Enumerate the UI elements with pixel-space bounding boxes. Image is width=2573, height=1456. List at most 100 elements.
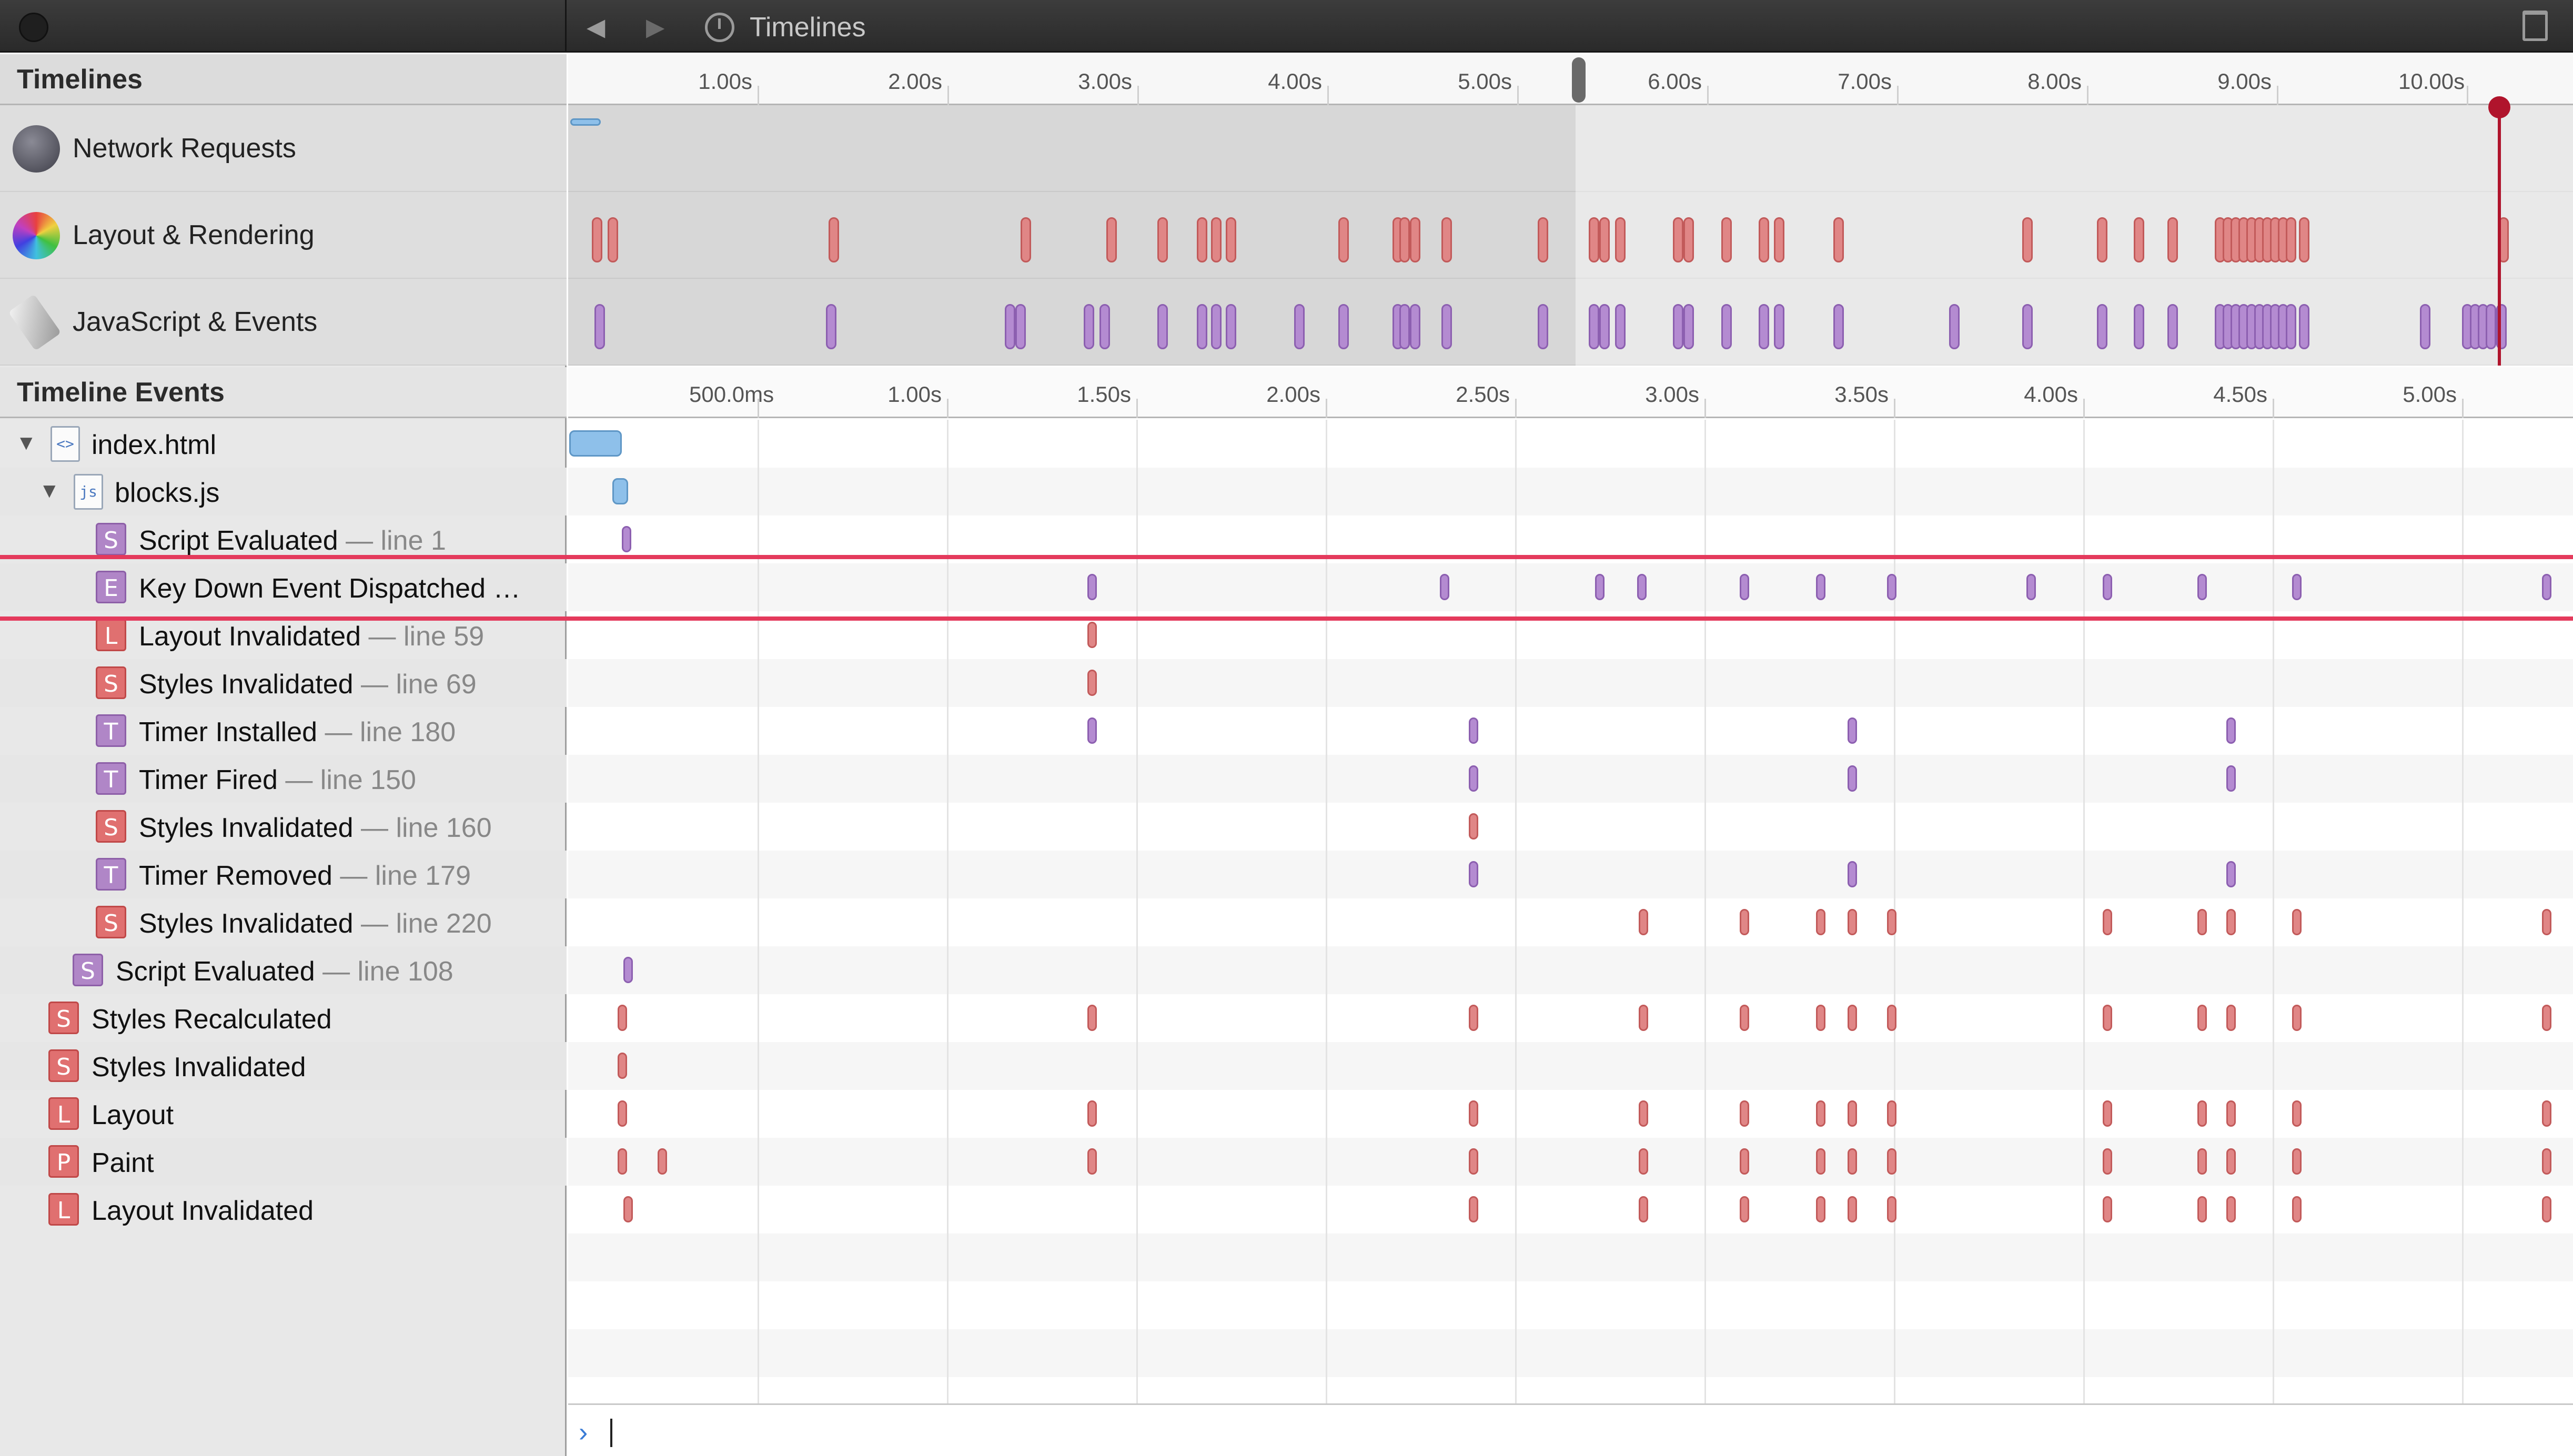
javascript-event-mark[interactable] — [1833, 304, 1844, 349]
event-mark[interactable] — [1887, 909, 1896, 935]
event-mark[interactable] — [2103, 1148, 2112, 1175]
layout-rendering-mark[interactable] — [1673, 217, 1683, 262]
event-mark[interactable] — [1087, 574, 1097, 600]
event-mark[interactable] — [2226, 909, 2236, 935]
event-mark[interactable] — [1469, 813, 1478, 840]
javascript-event-mark[interactable] — [1615, 304, 1626, 349]
event-mark[interactable] — [2292, 909, 2302, 935]
event-mark[interactable] — [2542, 1196, 2551, 1222]
javascript-event-mark[interactable] — [1211, 304, 1222, 349]
trash-icon[interactable] — [2522, 11, 2548, 41]
event-row[interactable]: S Script Evaluated — line 1 — [0, 515, 567, 563]
event-mark[interactable] — [1469, 1100, 1478, 1127]
event-mark[interactable] — [2026, 574, 2036, 600]
event-mark[interactable] — [623, 1196, 633, 1222]
event-mark[interactable] — [1848, 765, 1857, 792]
javascript-event-mark[interactable] — [1294, 304, 1305, 349]
javascript-event-mark[interactable] — [1673, 304, 1683, 349]
selection-handle[interactable] — [1572, 57, 1586, 103]
timeline-javascript-events[interactable]: JavaScript & Events — [0, 279, 567, 366]
javascript-event-mark[interactable] — [1538, 304, 1548, 349]
event-mark[interactable] — [2542, 1100, 2551, 1127]
event-mark[interactable] — [1469, 765, 1478, 792]
event-mark[interactable] — [1440, 574, 1449, 600]
event-mark[interactable] — [2197, 1005, 2207, 1031]
event-mark[interactable] — [1639, 909, 1648, 935]
javascript-event-mark[interactable] — [1005, 304, 1015, 349]
event-mark[interactable] — [2292, 1148, 2302, 1175]
event-row[interactable]: ▼ js blocks.js — [0, 468, 567, 515]
layout-rendering-mark[interactable] — [1197, 217, 1207, 262]
layout-rendering-mark[interactable] — [2299, 217, 2309, 262]
event-mark[interactable] — [622, 526, 631, 552]
disclosure-triangle-icon[interactable]: ▼ — [16, 431, 37, 455]
event-mark[interactable] — [1469, 1196, 1478, 1222]
event-row[interactable]: S Styles Invalidated — [0, 1042, 567, 1090]
event-mark[interactable] — [2103, 574, 2112, 600]
layout-rendering-mark[interactable] — [1833, 217, 1844, 262]
event-row[interactable]: T Timer Fired — line 150 — [0, 755, 567, 803]
event-row[interactable]: E Key Down Event Dispatched … — [0, 563, 567, 611]
javascript-event-mark[interactable] — [1410, 304, 1420, 349]
layout-rendering-mark[interactable] — [1599, 217, 1610, 262]
event-row[interactable]: S Styles Invalidated — line 220 — [0, 898, 567, 946]
javascript-event-mark[interactable] — [1226, 304, 1236, 349]
event-mark[interactable] — [2292, 1100, 2302, 1127]
event-mark[interactable] — [1469, 717, 1478, 744]
javascript-event-mark[interactable] — [1441, 304, 1452, 349]
console-bar[interactable]: › — [568, 1403, 2573, 1456]
event-mark[interactable] — [1087, 622, 1097, 648]
event-mark[interactable] — [623, 957, 633, 983]
layout-rendering-mark[interactable] — [1721, 217, 1732, 262]
event-mark[interactable] — [1887, 1148, 1896, 1175]
layout-rendering-mark[interactable] — [1106, 217, 1117, 262]
event-mark[interactable] — [2542, 1148, 2551, 1175]
event-row[interactable]: ▼ <> index.html — [0, 420, 567, 468]
javascript-event-mark[interactable] — [1399, 304, 1410, 349]
event-row[interactable]: S Styles Recalculated — [0, 994, 567, 1042]
javascript-event-mark[interactable] — [1015, 304, 1026, 349]
javascript-event-mark[interactable] — [2286, 304, 2296, 349]
layout-rendering-mark[interactable] — [1589, 217, 1599, 262]
event-mark[interactable] — [1887, 1100, 1896, 1127]
layout-rendering-mark[interactable] — [1410, 217, 1420, 262]
event-row[interactable]: S Styles Invalidated — line 160 — [0, 803, 567, 851]
event-mark[interactable] — [1639, 1148, 1648, 1175]
timeline-layout-rendering[interactable]: Layout & Rendering — [0, 192, 567, 279]
event-mark[interactable] — [2103, 1196, 2112, 1222]
event-mark[interactable] — [1469, 861, 1478, 887]
event-mark[interactable] — [2226, 1100, 2236, 1127]
event-mark[interactable] — [1848, 909, 1857, 935]
event-mark[interactable] — [1469, 1148, 1478, 1175]
event-mark[interactable] — [1848, 1148, 1857, 1175]
layout-rendering-mark[interactable] — [829, 217, 839, 262]
javascript-event-mark[interactable] — [1774, 304, 1784, 349]
event-mark[interactable] — [618, 1148, 627, 1175]
event-mark[interactable] — [1816, 909, 1825, 935]
javascript-event-mark[interactable] — [1759, 304, 1769, 349]
event-mark[interactable] — [2542, 574, 2551, 600]
forward-arrow-icon[interactable]: ▶ — [646, 13, 664, 41]
event-mark[interactable] — [1469, 1005, 1478, 1031]
layout-rendering-mark[interactable] — [1399, 217, 1410, 262]
event-mark[interactable] — [1087, 1148, 1097, 1175]
layout-rendering-mark[interactable] — [2286, 217, 2296, 262]
layout-rendering-mark[interactable] — [1226, 217, 1236, 262]
layout-rendering-mark[interactable] — [1538, 217, 1548, 262]
event-mark[interactable] — [658, 1148, 667, 1175]
event-mark[interactable] — [2542, 909, 2551, 935]
event-mark[interactable] — [2197, 1196, 2207, 1222]
event-mark[interactable] — [569, 430, 622, 457]
layout-rendering-mark[interactable] — [1441, 217, 1452, 262]
event-mark[interactable] — [1816, 1005, 1825, 1031]
javascript-event-mark[interactable] — [1099, 304, 1110, 349]
event-mark[interactable] — [2197, 574, 2207, 600]
overview-ruler[interactable]: 1.00s 2.00s 3.00s 4.00s 5.00s 6.00s 7.00s 8.00s… — [568, 54, 2573, 105]
layout-rendering-mark[interactable] — [1157, 217, 1168, 262]
event-mark[interactable] — [1595, 574, 1605, 600]
layout-rendering-mark[interactable] — [1211, 217, 1222, 262]
playhead[interactable] — [2498, 107, 2501, 366]
event-mark[interactable] — [1848, 1005, 1857, 1031]
event-row[interactable]: P Paint — [0, 1138, 567, 1186]
event-mark[interactable] — [1740, 1005, 1749, 1031]
